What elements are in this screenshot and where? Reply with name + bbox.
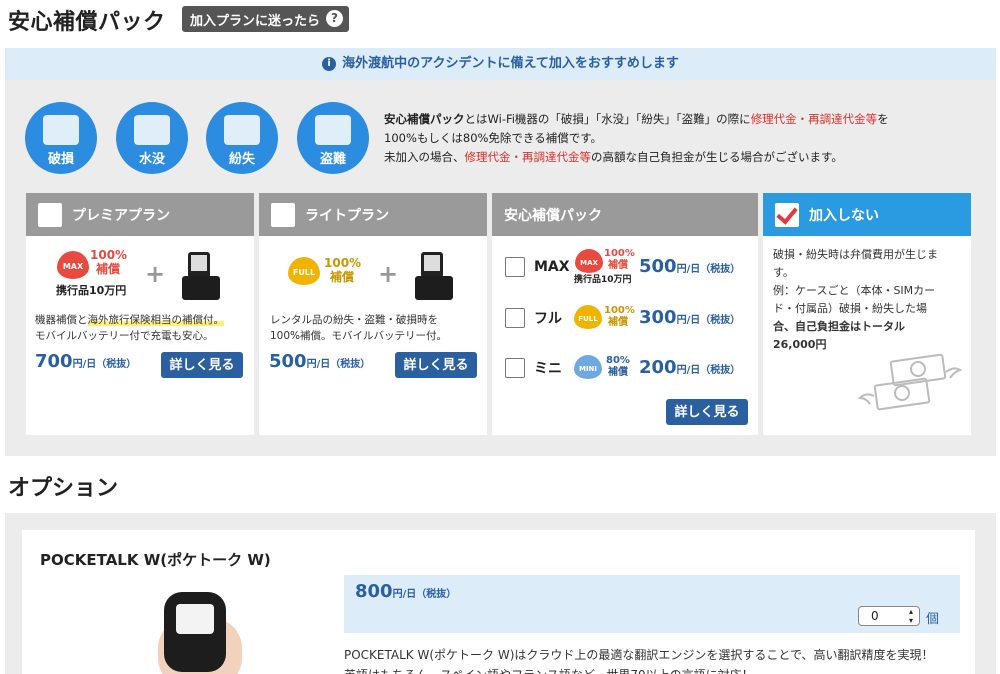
coverage-pack-header: 安心補償パック <box>492 193 758 236</box>
recommendation-notice: i 海外渡航中のアクシデントに備えて加入をおすすめします <box>5 48 996 80</box>
premium-plan-checkbox[interactable] <box>38 202 62 227</box>
pack-full-word: 補償 <box>608 317 628 328</box>
light-badge-pct: 100% <box>324 256 362 270</box>
risk-label: 紛失 <box>228 152 255 167</box>
pack-mini-name: ミニ <box>534 361 562 377</box>
pocketalk-title: POCKETALK W(ポケトーク W) <box>40 551 271 569</box>
pack-detail-button[interactable]: 詳しく見る <box>666 399 748 425</box>
no-plan-checkbox[interactable] <box>775 202 799 227</box>
full-badge-icon: FULL <box>574 305 602 329</box>
max-badge-icon: MAX <box>575 249 603 273</box>
plan-help-label: 加入プランに迷ったら <box>190 14 321 29</box>
no-plan-desc: 破損・紛失時は弁償費用が生じま す。 例：ケースごと（本体・SIMカー ド・付属… <box>773 248 938 351</box>
plus-icon: + <box>378 260 399 288</box>
pocketalk-price: 800円/日（税抜） <box>355 581 457 602</box>
light-detail-button[interactable]: 詳しく見る <box>395 352 477 378</box>
info-icon: i <box>322 57 337 71</box>
flying-money-icon <box>858 353 962 411</box>
full-badge-icon: FULL <box>288 257 320 285</box>
max-badge-icon: MAX <box>57 251 89 279</box>
premium-plan-price: 700円/日（税抜） <box>35 351 137 372</box>
pack-row-mini[interactable]: ミニ <box>505 354 572 382</box>
page-title: 安心補償パック <box>8 10 166 35</box>
pack-max-name: MAX <box>534 259 570 275</box>
pack-row-max[interactable]: MAX <box>505 253 572 281</box>
light-plan-desc: レンタル品の紛失・盗難・破損時を 100%補償。モバイルバッテリー付。 <box>270 314 448 342</box>
pack-full-price: 300円/日（税抜） <box>639 307 741 328</box>
premium-badge-word: 補償 <box>96 262 121 276</box>
mini-badge-icon: MINI <box>574 355 602 379</box>
no-plan-header[interactable]: 加入しない <box>763 193 971 236</box>
coverage-intro: 安心補償パックとはWi-Fi機器の「破損」「水没」「紛失」「盗難」の際に修理代金… <box>384 112 889 164</box>
pack-full-name: フル <box>534 311 562 327</box>
wifi-device-icon <box>182 252 226 300</box>
premium-plan-desc: 機器補償と海外旅行保険相当の補償付。 モバイルバッテリー付で充電も安心。 <box>35 314 224 342</box>
question-icon: ? <box>326 10 344 27</box>
wifi-device-icon <box>415 252 459 300</box>
light-badge-word: 補償 <box>330 270 355 284</box>
pack-mini-checkbox[interactable] <box>505 358 525 378</box>
premium-badge-pct: 100% <box>90 248 128 262</box>
pocketalk-desc: POCKETALK W(ポケトーク W)はクラウド上の最適な翻訳エンジンを選択す… <box>344 648 934 674</box>
pack-max-sub: 携行品10万円 <box>574 275 632 285</box>
risk-label: 破損 <box>47 152 74 167</box>
pack-mini-pct: 80% <box>606 355 630 366</box>
risk-label: 水没 <box>138 152 165 167</box>
light-plan-price: 500円/日（税抜） <box>269 351 371 372</box>
options-section-title: オプション <box>8 476 119 501</box>
no-plan-name: 加入しない <box>809 207 879 224</box>
pack-full-pct: 100% <box>604 305 635 316</box>
pack-mini-price: 200円/日（税抜） <box>639 357 741 378</box>
premium-plan-header[interactable]: プレミアプラン <box>26 193 254 236</box>
light-plan-checkbox[interactable] <box>271 202 295 227</box>
water-damage-icon: 水没 <box>116 102 188 174</box>
quantity-unit: 個 <box>926 612 940 627</box>
premium-detail-button[interactable]: 詳しく見る <box>161 352 243 378</box>
pack-max-pct: 100% <box>604 248 635 259</box>
coverage-pack-name: 安心補償パック <box>504 207 602 224</box>
pack-row-full[interactable]: フル <box>505 304 572 332</box>
lost-luggage-icon: 紛失 <box>206 102 278 174</box>
pack-max-price: 500円/日（税抜） <box>639 256 741 277</box>
pack-mini-word: 補償 <box>608 367 628 378</box>
light-plan-header[interactable]: ライトプラン <box>259 193 487 236</box>
premium-plan-name: プレミアプラン <box>72 207 170 224</box>
premium-badge-sub: 携行品10万円 <box>56 284 127 297</box>
pocketalk-device-image <box>150 590 242 674</box>
pack-max-word: 補償 <box>608 260 628 271</box>
notice-text: 海外渡航中のアクシデントに備えて加入をおすすめします <box>342 56 679 71</box>
broken-device-icon: 破損 <box>25 102 97 174</box>
theft-icon: 盗難 <box>297 102 369 174</box>
quantity-select[interactable]: 0 <box>858 606 920 626</box>
light-plan-name: ライトプラン <box>305 207 389 224</box>
pack-full-checkbox[interactable] <box>505 308 525 328</box>
pack-max-checkbox[interactable] <box>505 257 525 277</box>
risk-label: 盗難 <box>319 152 346 167</box>
plan-help-button[interactable]: 加入プランに迷ったら ? <box>182 6 350 32</box>
plus-icon: + <box>145 260 166 288</box>
